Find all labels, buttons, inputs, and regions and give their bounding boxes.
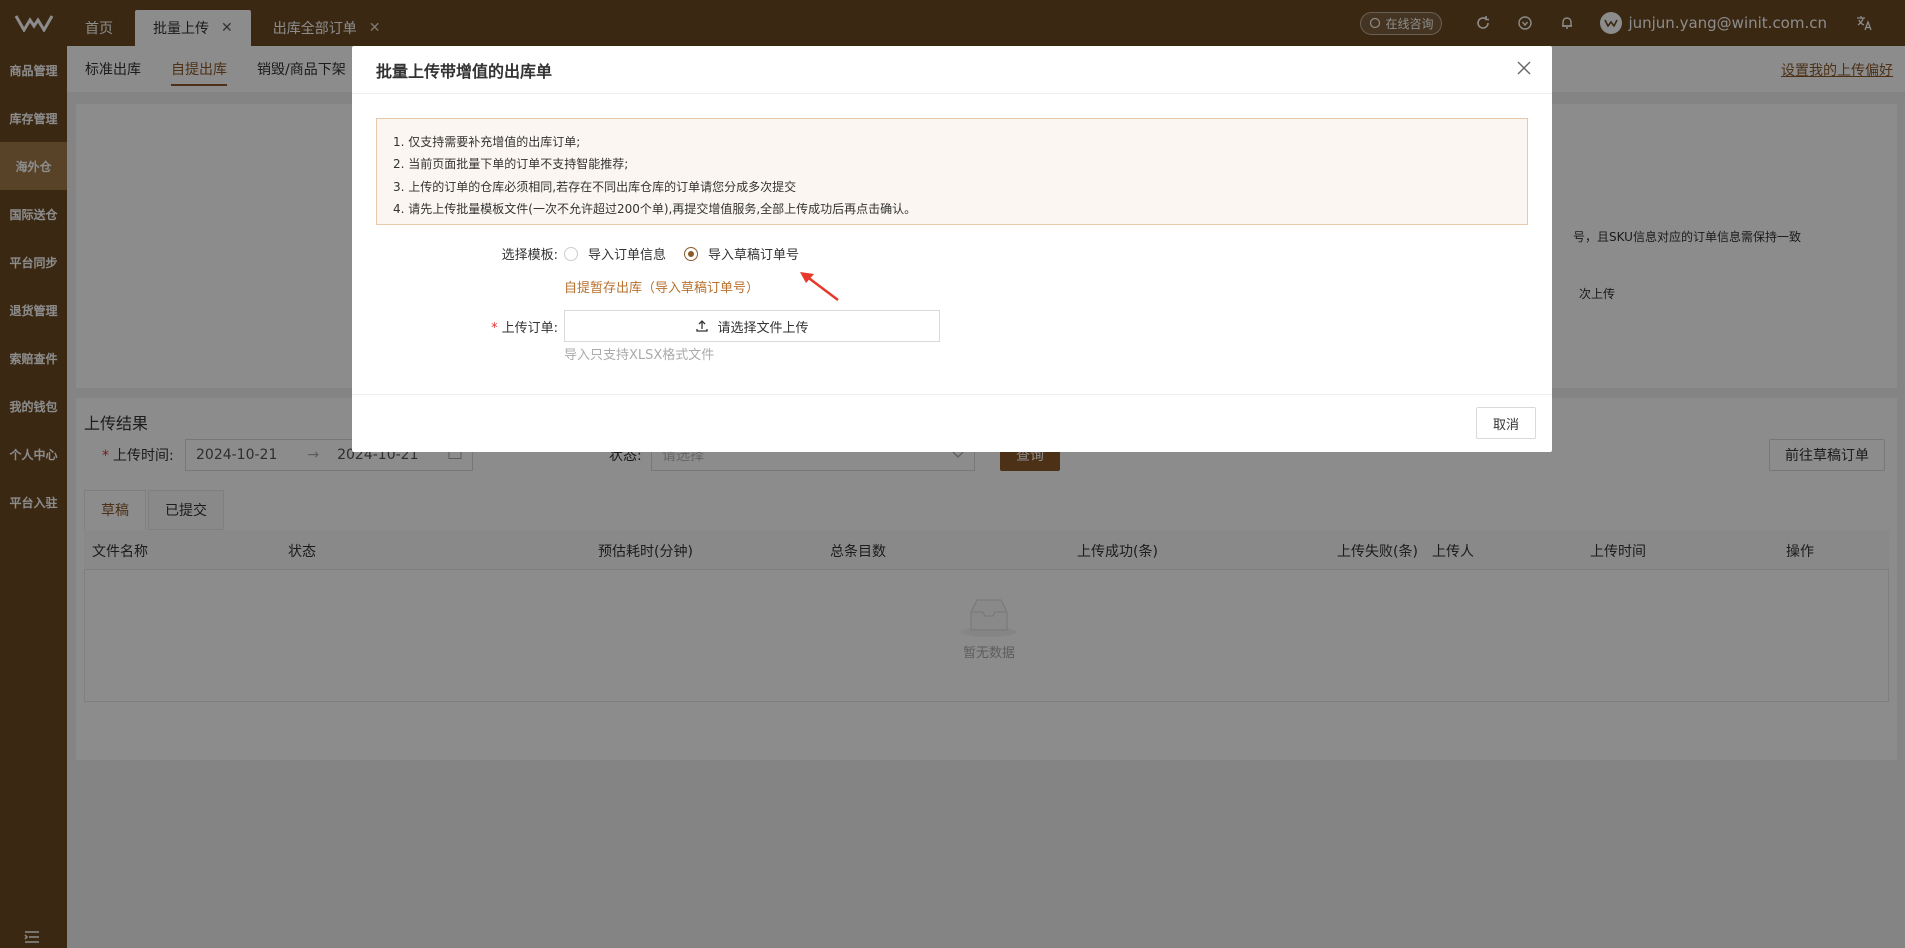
upload-icon: [696, 320, 709, 332]
required-mark: *: [491, 321, 498, 336]
template-label: 选择模板:: [501, 248, 558, 263]
cancel-button[interactable]: 取消: [1476, 407, 1536, 439]
notice-line: 3. 上传的订单的仓库必须相同,若存在不同出库仓库的订单请您分成多次提交: [393, 179, 797, 194]
notice-box: 1. 仅支持需要补充增值的出库订单; 2. 当前页面批量下单的订单不支持智能推荐…: [376, 118, 1528, 225]
radio-label[interactable]: 导入草稿订单号: [708, 244, 799, 263]
radio-import-draft-order-number[interactable]: [684, 246, 699, 261]
dialog-title: 批量上传带增值的出库单: [376, 61, 553, 81]
notice-line: 2. 当前页面批量下单的订单不支持智能推荐;: [393, 157, 629, 172]
radio-import-order-info[interactable]: [564, 246, 578, 261]
upload-hint: 导入只支持XLSX格式文件: [564, 348, 715, 363]
batch-upload-dialog: 批量上传带增值的出库单 1. 仅支持需要补充增值的出库订单; 2. 当前页面批量…: [352, 46, 1552, 452]
template-radio-group: 导入订单信息 导入草稿订单号: [564, 244, 817, 263]
close-icon[interactable]: [1514, 58, 1534, 78]
radio-label[interactable]: 导入订单信息: [588, 244, 666, 263]
file-upload-button[interactable]: 请选择文件上传: [564, 310, 940, 342]
annotation-arrow-icon: [800, 272, 839, 301]
template-download-link[interactable]: 自提暂存出库（导入草稿订单号）: [564, 277, 759, 296]
upload-order-label: * 上传订单:: [482, 317, 558, 336]
notice-line: 4. 请先上传批量模板文件(一次不允许超过200个单),再提交增值服务,全部上传…: [393, 202, 917, 217]
notice-line: 1. 仅支持需要补充增值的出库订单;: [393, 135, 581, 149]
dialog-footer: 取消: [352, 394, 1552, 452]
dialog-header: 批量上传带增值的出库单: [352, 46, 1552, 94]
upload-order-label-text: 上传订单:: [501, 321, 558, 336]
upload-button-label: 请选择文件上传: [717, 320, 809, 336]
